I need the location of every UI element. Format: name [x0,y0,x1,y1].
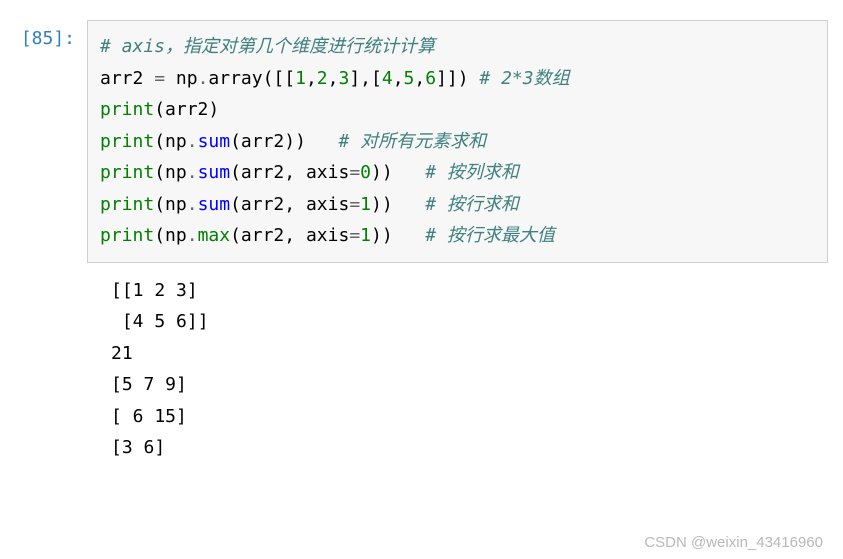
code-token: np [165,162,187,183]
code-token: , [414,68,425,89]
code-token: 0 [360,162,371,183]
code-token: . [198,68,209,89]
code-token: , [284,162,306,183]
code-token: ]]) [436,68,479,89]
code-token: 3 [338,68,349,89]
code-token: print [100,225,154,246]
code-token: 1 [360,225,371,246]
code-token: ( [230,131,241,152]
code-token: ( [154,194,165,215]
code-token: np [165,225,187,246]
code-token: 6 [425,68,436,89]
cell-output: [[1 2 3] [4 5 6]] 21 [5 7 9] [ 6 15] [3 … [99,263,828,464]
code-token: ( [154,99,165,120]
code-token: axis [306,162,349,183]
code-token: ( [230,194,241,215]
code-token: = [349,162,360,183]
code-token: )) [371,225,425,246]
code-token: ( [154,225,165,246]
code-token: array [208,68,262,89]
code-token: , [393,68,404,89]
code-token: . [187,225,198,246]
code-token: . [187,162,198,183]
code-token: = [349,225,360,246]
code-comment: # 对所有元素求和 [338,131,486,152]
code-input[interactable]: # axis，指定对第几个维度进行统计计算 arr2 = np.array([[… [87,20,828,263]
code-token: sum [198,194,231,215]
output-line: [[1 2 3] [111,280,198,301]
code-token: sum [198,162,231,183]
code-token: print [100,99,154,120]
cell-prompt: [85]: [15,20,87,49]
code-token: axis [306,194,349,215]
code-comment: # 2*3数组 [479,68,569,89]
code-token: sum [198,131,231,152]
code-token: arr2 [241,131,284,152]
code-token: ],[ [349,68,382,89]
code-token: = [143,68,176,89]
code-comment: # 按列求和 [425,162,519,183]
code-comment: # 按行求和 [425,194,519,215]
code-token: ) [208,99,219,120]
code-token: 5 [404,68,415,89]
code-token: )) [371,194,425,215]
code-token: axis [306,225,349,246]
code-token: = [349,194,360,215]
watermark: CSDN @weixin_43416960 [644,534,823,551]
code-comment: # 按行求最大值 [425,225,555,246]
code-token: 2 [317,68,328,89]
code-token: , [306,68,317,89]
code-token: , [284,225,306,246]
code-token: arr2 [241,225,284,246]
code-token: . [187,194,198,215]
code-token: np [165,194,187,215]
output-line: 21 [111,343,133,364]
code-token: print [100,131,154,152]
code-token: arr2 [100,68,143,89]
code-token: ( [154,162,165,183]
code-token: 1 [295,68,306,89]
code-token: ( [230,225,241,246]
code-token: 4 [382,68,393,89]
output-line: [4 5 6]] [111,311,209,332]
code-token: np [176,68,198,89]
code-token: arr2 [241,162,284,183]
code-token: . [187,131,198,152]
code-token: )) [371,162,425,183]
output-line: [3 6] [111,437,165,458]
output-line: [5 7 9] [111,374,187,395]
code-token: , [328,68,339,89]
jupyter-cell: [85]: # axis，指定对第几个维度进行统计计算 arr2 = np.ar… [15,20,828,263]
code-comment: # axis，指定对第几个维度进行统计计算 [100,36,435,57]
code-token: print [100,162,154,183]
code-token: arr2 [241,194,284,215]
code-token: 1 [360,194,371,215]
code-token: ( [154,131,165,152]
code-token: np [165,131,187,152]
code-token: arr2 [165,99,208,120]
code-token: ([[ [263,68,296,89]
code-token: )) [284,131,338,152]
code-token: max [198,225,231,246]
code-token: , [284,194,306,215]
code-token: ( [230,162,241,183]
code-token: print [100,194,154,215]
output-line: [ 6 15] [111,406,187,427]
